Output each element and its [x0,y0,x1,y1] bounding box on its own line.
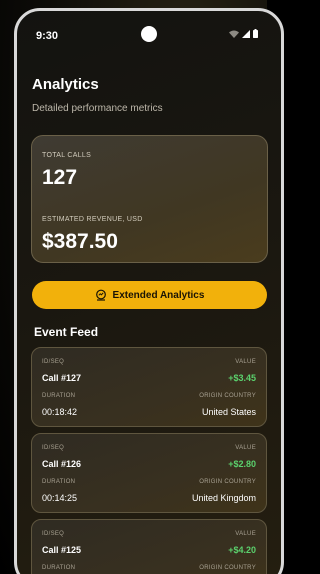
signal-icon [242,29,250,38]
duration-label: DURATION [42,565,76,571]
battery-icon [253,29,258,38]
page-title: Analytics [32,76,99,93]
origin-label: ORIGIN COUNTRY [199,479,256,485]
value-label: VALUE [235,359,256,365]
id-label: ID/SEQ [42,531,65,537]
event-feed-title: Event Feed [34,325,99,339]
value-label: VALUE [235,445,256,451]
event-origin: United Kingdom [191,493,256,503]
event-id: Call #125 [42,545,82,555]
event-value: +$2.80 [228,459,256,469]
event-card[interactable]: ID/SEQ VALUE Call #127 +$3.45 DURATION O… [31,347,267,427]
id-label: ID/SEQ [42,359,65,365]
status-bar: 9:30 [17,11,281,55]
extended-analytics-label: Extended Analytics [112,289,205,301]
event-duration: 00:18:42 [42,407,78,417]
event-value: +$4.20 [228,545,256,555]
id-label: ID/SEQ [42,445,65,451]
event-id: Call #127 [42,373,82,383]
wifi-icon [229,30,239,38]
page-subtitle: Detailed performance metrics [32,103,163,114]
origin-label: ORIGIN COUNTRY [199,393,256,399]
total-calls-label: TOTAL CALLS [42,152,92,159]
total-calls-value: 127 [42,166,78,189]
duration-label: DURATION [42,393,76,399]
status-time: 9:30 [36,30,59,42]
duration-label: DURATION [42,479,76,485]
phone-frame: 9:30 Analytics Detailed performance metr… [14,8,284,574]
status-icons [229,29,258,38]
event-duration: 00:14:25 [42,493,78,503]
origin-label: ORIGIN COUNTRY [199,565,256,571]
event-card[interactable]: ID/SEQ VALUE Call #126 +$2.80 DURATION O… [31,433,267,513]
extended-analytics-button[interactable]: Extended Analytics [32,281,267,309]
revenue-label: ESTIMATED REVENUE, USD [42,216,143,223]
camera-cutout [141,26,157,42]
revenue-value: $387.50 [42,230,118,253]
event-card[interactable]: ID/SEQ VALUE Call #125 +$4.20 DURATION O… [31,519,267,574]
summary-card: TOTAL CALLS 127 ESTIMATED REVENUE, USD $… [31,135,268,263]
event-value: +$3.45 [228,373,256,383]
value-label: VALUE [235,531,256,537]
event-origin: United States [201,407,256,417]
analytics-icon [95,289,106,301]
event-id: Call #126 [42,459,82,469]
